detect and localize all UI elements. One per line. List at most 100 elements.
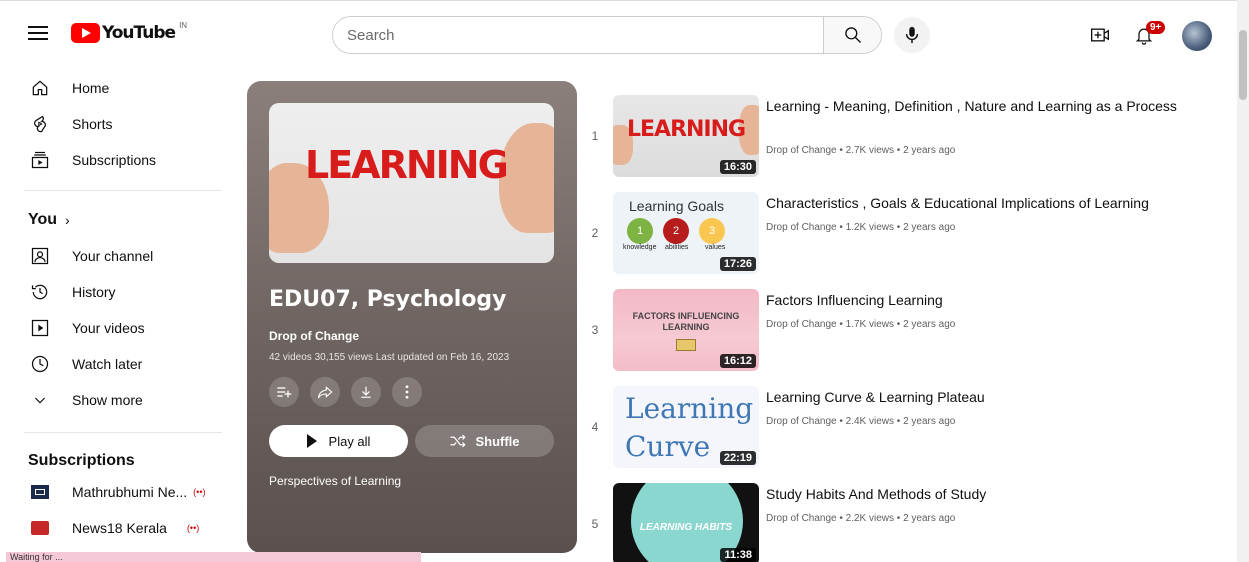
share-button[interactable] bbox=[310, 377, 340, 407]
shuffle-button[interactable]: Shuffle bbox=[415, 425, 554, 457]
video-meta: Drop of Change • 1.2K views • 2 years ag… bbox=[766, 222, 956, 233]
playlist-meta: 42 videos 30,155 views Last updated on F… bbox=[269, 352, 510, 363]
download-button[interactable] bbox=[351, 377, 381, 407]
thumbnail-text: LEARNING bbox=[627, 117, 746, 142]
video-thumbnail[interactable]: LEARNING 16:30 bbox=[613, 95, 759, 177]
video-thumbnail[interactable]: FACTORS INFLUENCING LEARNING 16:12 bbox=[613, 289, 759, 371]
sidebar-item-label: Watch later bbox=[72, 356, 143, 372]
sidebar-item-label: History bbox=[72, 284, 116, 300]
sidebar-item-show-more[interactable]: Show more bbox=[12, 382, 212, 418]
search-icon bbox=[844, 27, 861, 43]
history-icon bbox=[28, 280, 52, 304]
sidebar-item-history[interactable]: History bbox=[12, 274, 212, 310]
sidebar-item-label: News18 Kerala bbox=[72, 520, 167, 536]
create-video-icon bbox=[1091, 28, 1109, 42]
sidebar-item-watch-later[interactable]: Watch later bbox=[12, 346, 212, 382]
thumbnail-text: FACTORS INFLUENCING LEARNING bbox=[632, 311, 740, 332]
live-icon: (••) bbox=[193, 487, 206, 497]
country-code: IN bbox=[179, 20, 188, 30]
play-all-button[interactable]: Play all bbox=[269, 425, 408, 457]
sidebar-item-your-videos[interactable]: Your videos bbox=[12, 310, 212, 346]
sidebar-item-your-channel[interactable]: Your channel bbox=[12, 238, 212, 274]
search-box bbox=[332, 16, 882, 54]
play-all-label: Play all bbox=[328, 433, 371, 449]
sidebar-item-shorts[interactable]: Shorts bbox=[12, 106, 212, 142]
notification-badge: 9+ bbox=[1146, 21, 1166, 34]
voice-search-button[interactable] bbox=[894, 17, 930, 53]
playlist-video-item[interactable]: 5 LEARNING HABITS 11:38 Study Habits And… bbox=[585, 483, 1225, 562]
video-title[interactable]: Learning - Meaning, Definition , Nature … bbox=[766, 96, 1186, 116]
shorts-icon bbox=[28, 112, 52, 136]
sidebar-item-home[interactable]: Home bbox=[12, 70, 212, 106]
sidebar-item-label: Your channel bbox=[72, 248, 154, 264]
microphone-icon bbox=[905, 26, 919, 44]
logo-text: YouTube bbox=[102, 23, 176, 43]
sidebar-item-subscription[interactable]: Mathrubhumi Ne... (••) bbox=[12, 474, 212, 510]
thumbnail-label: abilities bbox=[665, 244, 689, 251]
live-icon: (••) bbox=[186, 523, 200, 533]
video-index: 2 bbox=[591, 226, 599, 240]
subscriptions-heading: Subscriptions bbox=[28, 452, 135, 469]
page-scrollbar[interactable] bbox=[1237, 0, 1249, 562]
sidebar-item-label: Show more bbox=[72, 392, 143, 408]
sidebar-item-label: Subscriptions bbox=[72, 152, 157, 168]
thumbnail-circle: 2 bbox=[663, 218, 689, 244]
video-thumbnail[interactable]: LEARNING HABITS 11:38 bbox=[613, 483, 759, 562]
share-icon bbox=[317, 386, 333, 399]
video-index: 5 bbox=[591, 517, 599, 531]
more-actions-button[interactable] bbox=[392, 377, 422, 407]
video-thumbnail[interactable]: Learning Curve 22:19 bbox=[613, 386, 759, 468]
avatar[interactable] bbox=[1182, 21, 1212, 51]
search-input[interactable] bbox=[333, 17, 823, 53]
thumbnail-circle: 3 bbox=[699, 218, 725, 244]
channel-avatar-icon bbox=[28, 516, 52, 540]
video-duration: 17:26 bbox=[719, 257, 756, 271]
video-duration: 16:30 bbox=[719, 160, 756, 174]
thumbnail-label: knowledge bbox=[623, 244, 657, 251]
thumbnail-text: Learning Goals bbox=[629, 198, 724, 214]
shuffle-icon bbox=[450, 434, 467, 448]
sidebar-you-heading[interactable]: You › bbox=[12, 202, 212, 238]
thumbnail-word: LEARNING bbox=[305, 143, 509, 187]
thumbnail-label: values bbox=[705, 244, 726, 251]
home-icon bbox=[28, 76, 52, 100]
your-channel-icon bbox=[28, 244, 52, 268]
video-duration: 11:38 bbox=[720, 548, 756, 562]
you-heading: You bbox=[28, 211, 58, 228]
sidebar-item-subscription[interactable]: News18 Kerala (••) bbox=[12, 510, 212, 546]
video-duration: 22:19 bbox=[719, 451, 756, 465]
video-thumbnail[interactable]: Learning Goals 1 2 3 knowledge abilities… bbox=[613, 192, 759, 274]
playlist-thumbnail[interactable]: LEARNING bbox=[269, 103, 554, 263]
your-videos-icon bbox=[28, 316, 52, 340]
sidebar-divider bbox=[24, 432, 222, 433]
video-meta: Drop of Change • 1.7K views • 2 years ag… bbox=[766, 319, 956, 330]
video-index: 4 bbox=[591, 420, 599, 434]
search-button[interactable] bbox=[823, 17, 881, 53]
playlist-video-item[interactable]: 1 LEARNING 16:30 Learning - Meaning, Def… bbox=[585, 95, 1225, 185]
sidebar-item-subscriptions[interactable]: Subscriptions bbox=[12, 142, 212, 178]
book-icon bbox=[676, 339, 696, 351]
playlist-channel-link[interactable]: Drop of Change bbox=[269, 329, 359, 343]
create-button[interactable] bbox=[1088, 23, 1112, 47]
video-title[interactable]: Learning Curve & Learning Plateau bbox=[766, 387, 1186, 407]
more-vert-icon bbox=[405, 385, 409, 399]
playlist-video-item[interactable]: 4 Learning Curve 22:19 Learning Curve & … bbox=[585, 386, 1225, 476]
video-title[interactable]: Study Habits And Methods of Study bbox=[766, 484, 1186, 504]
save-playlist-button[interactable] bbox=[269, 377, 299, 407]
hamburger-menu-icon[interactable] bbox=[26, 21, 50, 45]
hand-graphic bbox=[499, 123, 554, 233]
scrollbar-thumb[interactable] bbox=[1239, 30, 1247, 100]
playlist-video-item[interactable]: 2 Learning Goals 1 2 3 knowledge abiliti… bbox=[585, 192, 1225, 282]
youtube-logo[interactable]: YouTube IN bbox=[71, 20, 188, 43]
video-meta: Drop of Change • 2.4K views • 2 years ag… bbox=[766, 416, 956, 427]
video-title[interactable]: Characteristics , Goals & Educational Im… bbox=[766, 193, 1186, 213]
subscriptions-icon bbox=[28, 148, 52, 172]
playlist-title: EDU07, Psychology bbox=[269, 287, 507, 312]
sidebar-item-label: Your videos bbox=[72, 320, 145, 336]
video-duration: 16:12 bbox=[719, 354, 756, 368]
youtube-play-icon bbox=[71, 23, 100, 43]
thumbnail-text: LEARNING HABITS bbox=[639, 522, 733, 533]
playlist-video-item[interactable]: 3 FACTORS INFLUENCING LEARNING 16:12 Fac… bbox=[585, 289, 1225, 379]
video-meta: Drop of Change • 2.7K views • 2 years ag… bbox=[766, 145, 956, 156]
video-title[interactable]: Factors Influencing Learning bbox=[766, 290, 1186, 310]
